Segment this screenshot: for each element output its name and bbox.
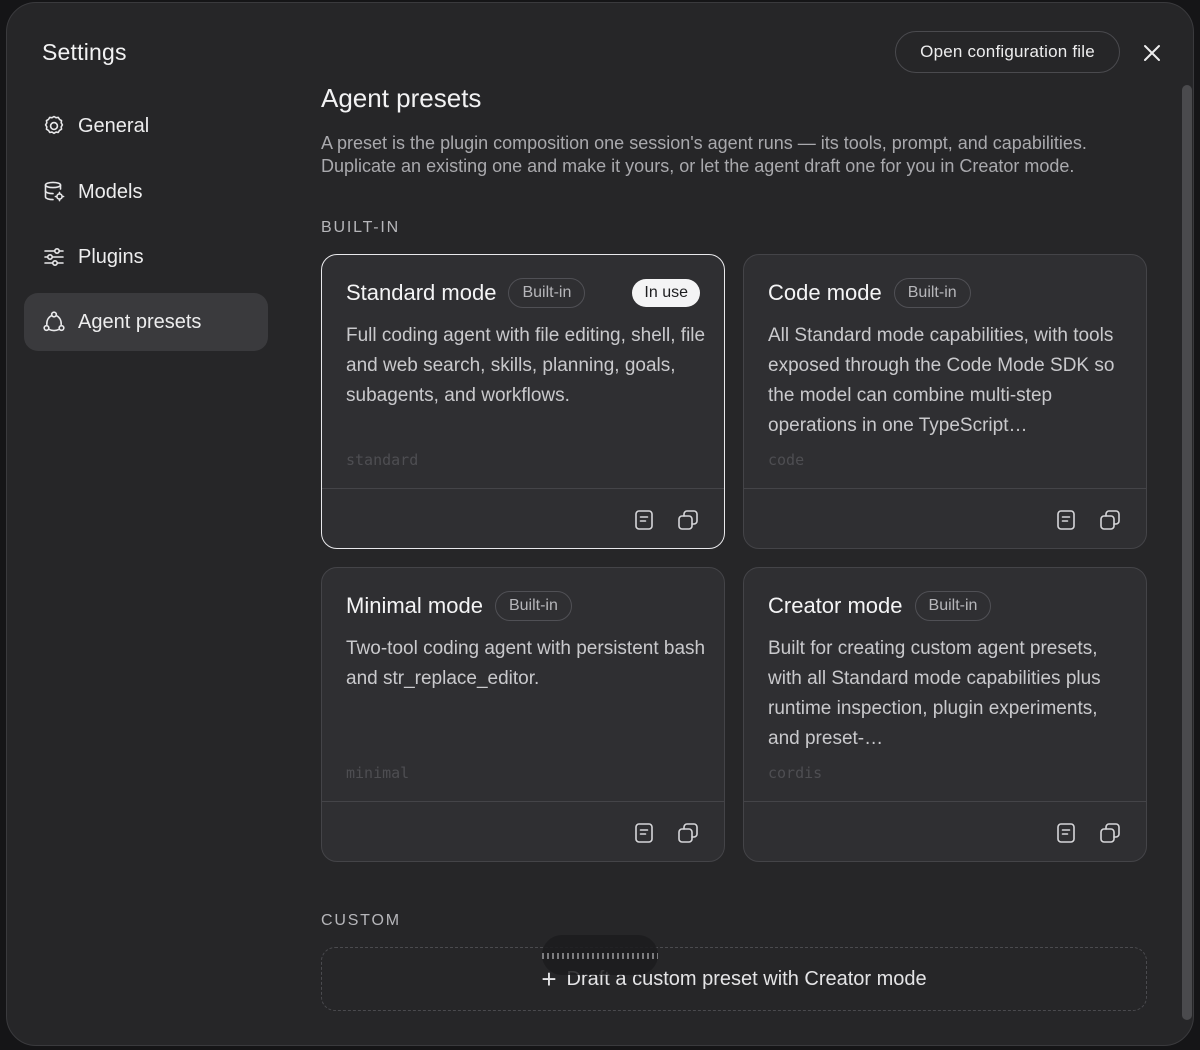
card-footer (744, 801, 1146, 861)
built-in-badge: Built-in (914, 591, 992, 621)
duplicate-icon[interactable] (1098, 508, 1122, 532)
sidebar-item-label: Models (78, 180, 143, 203)
duplicate-icon[interactable] (1098, 821, 1122, 845)
view-document-icon[interactable] (1054, 508, 1078, 532)
drag-handle[interactable] (542, 935, 658, 975)
preset-card-creator[interactable]: Creator mode Built-in Built for creating… (743, 567, 1147, 862)
sidebar: Settings General Models Plugins Agent pr… (7, 3, 287, 1045)
preset-title: Minimal mode (346, 593, 483, 618)
preset-slug: minimal (346, 764, 410, 782)
preset-slug: code (768, 451, 805, 469)
card-footer (322, 801, 724, 861)
sidebar-item-label: Agent presets (78, 310, 202, 333)
preset-description: Built for creating custom agent presets,… (768, 638, 1101, 749)
scrollbar[interactable] (1182, 85, 1192, 1020)
sidebar-item-general[interactable]: General (24, 97, 268, 155)
card-header: Standard mode Built-in In use (346, 277, 700, 309)
page-title: Agent presets (321, 83, 482, 113)
preset-slug: cordis (768, 764, 823, 782)
sidebar-item-plugins[interactable]: Plugins (24, 228, 268, 286)
sidebar-item-agent-presets[interactable]: Agent presets (24, 293, 268, 351)
preset-card-code[interactable]: Code mode Built-in All Standard mode cap… (743, 254, 1147, 549)
close-button[interactable] (1139, 40, 1165, 66)
built-in-badge: Built-in (893, 278, 971, 308)
duplicate-icon[interactable] (676, 508, 700, 532)
view-document-icon[interactable] (632, 508, 656, 532)
preset-description: Two-tool coding agent with persistent ba… (346, 638, 706, 689)
close-icon (1144, 45, 1160, 61)
card-header: Creator mode Built-in (768, 590, 1122, 622)
view-document-icon[interactable] (1054, 821, 1078, 845)
preset-title: Standard mode (346, 280, 497, 305)
section-label-custom: CUSTOM (321, 912, 401, 929)
preset-description: Full coding agent with file editing, she… (346, 325, 706, 406)
page-description: A preset is the plugin composition one s… (321, 133, 1087, 176)
open-configuration-file-button[interactable]: Open configuration file (895, 31, 1120, 73)
card-footer (322, 488, 724, 548)
sliders-icon (42, 245, 66, 269)
draft-custom-preset-button[interactable]: + Draft a custom preset with Creator mod… (321, 947, 1147, 1011)
drag-handle-grip-icon (542, 953, 658, 959)
settings-modal: Settings General Models Plugins Agent pr… (6, 2, 1194, 1046)
database-icon (42, 180, 66, 204)
presets-icon (42, 310, 66, 334)
section-label-built-in: BUILT-IN (321, 219, 401, 236)
settings-title: Settings (42, 39, 127, 65)
card-footer (744, 488, 1146, 548)
preset-description: All Standard mode capabilities, with too… (768, 325, 1115, 436)
in-use-badge: In use (632, 279, 700, 307)
card-header: Code mode Built-in (768, 277, 1122, 309)
gear-icon (42, 114, 66, 138)
duplicate-icon[interactable] (676, 821, 700, 845)
preset-card-minimal[interactable]: Minimal mode Built-in Two-tool coding ag… (321, 567, 725, 862)
card-header: Minimal mode Built-in (346, 590, 700, 622)
built-in-badge: Built-in (508, 278, 586, 308)
sidebar-item-models[interactable]: Models (24, 163, 268, 221)
sidebar-item-label: General (78, 114, 150, 137)
preset-card-standard[interactable]: Standard mode Built-in In use Full codin… (321, 254, 725, 549)
preset-slug: standard (346, 451, 419, 469)
view-document-icon[interactable] (632, 821, 656, 845)
preset-title: Creator mode (768, 593, 903, 618)
sidebar-item-label: Plugins (78, 245, 144, 268)
built-in-badge: Built-in (494, 591, 572, 621)
preset-title: Code mode (768, 280, 882, 305)
